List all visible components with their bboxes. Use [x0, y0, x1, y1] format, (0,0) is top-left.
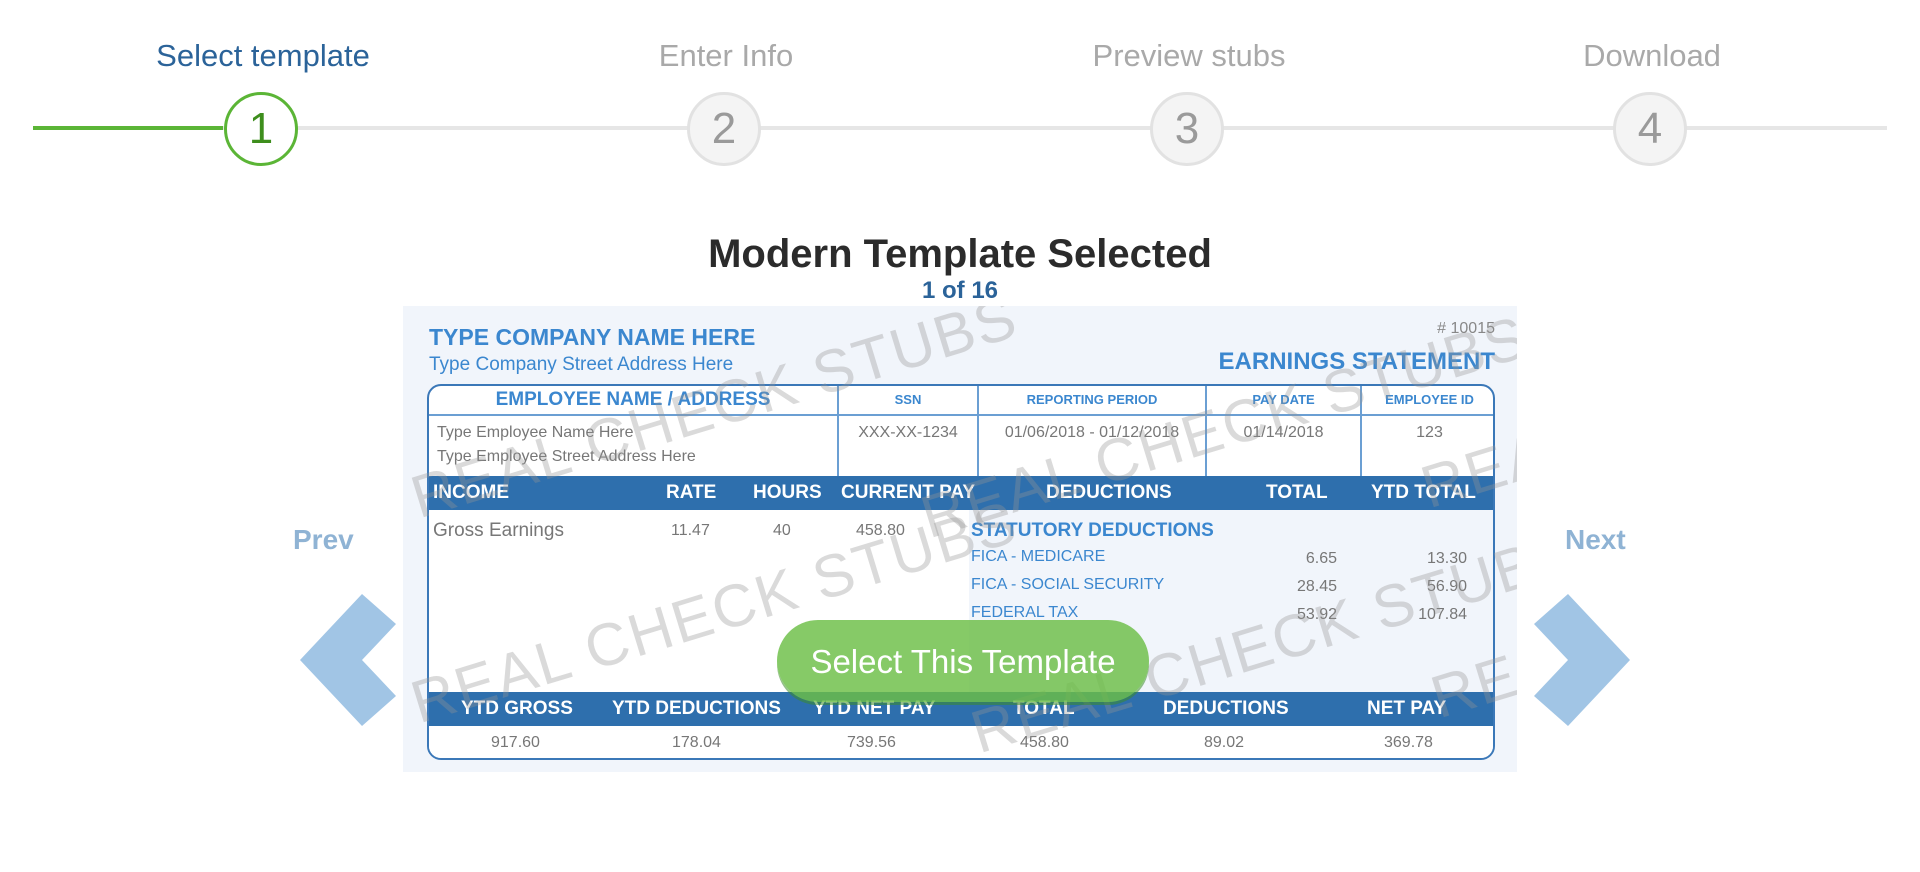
- employee-id-cell: EMPLOYEE ID 123: [1362, 386, 1493, 476]
- col-hours: HOURS: [753, 482, 822, 503]
- deduction-name: FICA - SOCIAL SECURITY: [971, 576, 1165, 593]
- employee-id-label: EMPLOYEE ID: [1362, 386, 1493, 416]
- deductions-value: 89.02: [1204, 734, 1245, 751]
- step-label: Select template: [156, 38, 370, 73]
- employee-header: EMPLOYEE NAME / ADDRESS: [429, 386, 837, 416]
- deduction-ytd: 13.30: [1426, 550, 1467, 567]
- step-number-circle: 4: [1613, 92, 1687, 166]
- chevron-left-icon[interactable]: [300, 594, 396, 726]
- summary-values-row: 917.60 178.04 739.56 458.80 89.02 369.78: [429, 726, 1493, 758]
- select-template-button[interactable]: Select This Template: [777, 620, 1149, 702]
- deduction-total: 6.65: [1305, 550, 1337, 567]
- deduction-ytd: 107.84: [1418, 606, 1467, 623]
- template-counter: 1 of 16: [921, 277, 999, 304]
- employee-address: Type Employee Street Address Here: [437, 448, 696, 465]
- step-label: Preview stubs: [1092, 38, 1286, 73]
- deductions-title: STATUTORY DEDUCTIONS: [971, 520, 1214, 541]
- pay-date-label: PAY DATE: [1207, 386, 1360, 416]
- deduction-ytd: 56.90: [1426, 578, 1467, 595]
- ytd-gross-value: 917.60: [491, 734, 540, 751]
- pay-date-cell: PAY DATE 01/14/2018: [1207, 386, 1362, 476]
- income-hours: 40: [773, 522, 791, 539]
- ssn-value: XXX-XX-1234: [858, 424, 958, 441]
- page-title: Modern Template Selected: [708, 232, 1212, 276]
- step-number-circle: 2: [687, 92, 761, 166]
- employee-id-value: 123: [1416, 424, 1443, 441]
- col-ytd-deductions: YTD DEDUCTIONS: [612, 698, 781, 719]
- col-rate: RATE: [666, 482, 717, 503]
- reporting-period-cell: REPORTING PERIOD 01/06/2018 - 01/12/2018: [979, 386, 1207, 476]
- reporting-period-label: REPORTING PERIOD: [979, 386, 1205, 416]
- deduction-name: FICA - MEDICARE: [971, 548, 1106, 565]
- earnings-header-bar: INCOME RATE HOURS CURRENT PAY DEDUCTIONS…: [429, 476, 1493, 510]
- income-label: Gross Earnings: [433, 520, 564, 541]
- earnings-statement-heading: EARNINGS STATEMENT: [1218, 348, 1495, 375]
- col-current-pay: CURRENT PAY: [841, 482, 976, 503]
- deduction-total: 53.92: [1296, 606, 1337, 623]
- col-net-pay: NET PAY: [1367, 698, 1447, 719]
- ssn-cell: SSN XXX-XX-1234: [839, 386, 979, 476]
- col-summary-deductions: DEDUCTIONS: [1163, 698, 1289, 719]
- col-ytd-total: YTD TOTAL: [1371, 482, 1476, 503]
- ytd-deductions-value: 178.04: [672, 734, 721, 751]
- total-value: 458.80: [1020, 734, 1069, 751]
- col-total: TOTAL: [1266, 482, 1328, 503]
- step-label: Enter Info: [658, 38, 794, 73]
- income-current-pay: 458.80: [856, 522, 905, 539]
- employee-cell: EMPLOYEE NAME / ADDRESS Type Employee Na…: [429, 386, 839, 476]
- ytd-net-pay-value: 739.56: [847, 734, 896, 751]
- step-number-circle: 1: [224, 92, 298, 166]
- pay-date-value: 01/14/2018: [1243, 424, 1324, 441]
- stepper-progress-line: [33, 126, 223, 130]
- company-name: TYPE COMPANY NAME HERE: [429, 324, 756, 350]
- employee-info-row: EMPLOYEE NAME / ADDRESS Type Employee Na…: [429, 386, 1493, 476]
- deduction-total: 28.45: [1296, 578, 1337, 595]
- stub-number: # 10015: [1437, 320, 1495, 337]
- col-ytd-gross: YTD GROSS: [461, 698, 573, 719]
- next-link[interactable]: Next: [1565, 524, 1626, 556]
- progress-stepper: Select template 1 Enter Info 2 Preview s…: [0, 0, 1920, 166]
- employee-name: Type Employee Name Here: [437, 424, 634, 441]
- col-deductions: DEDUCTIONS: [1046, 482, 1172, 503]
- col-income: INCOME: [433, 482, 509, 503]
- chevron-right-icon[interactable]: [1534, 594, 1630, 726]
- net-pay-value: 369.78: [1384, 734, 1433, 751]
- reporting-period-value: 01/06/2018 - 01/12/2018: [1004, 424, 1180, 441]
- company-address: Type Company Street Address Here: [429, 354, 734, 375]
- income-rate: 11.47: [671, 522, 710, 539]
- stub-table: EMPLOYEE NAME / ADDRESS Type Employee Na…: [427, 384, 1495, 760]
- step-label: Download: [1583, 38, 1721, 73]
- prev-link[interactable]: Prev: [293, 524, 354, 556]
- ssn-label: SSN: [839, 386, 977, 416]
- step-number-circle: 3: [1150, 92, 1224, 166]
